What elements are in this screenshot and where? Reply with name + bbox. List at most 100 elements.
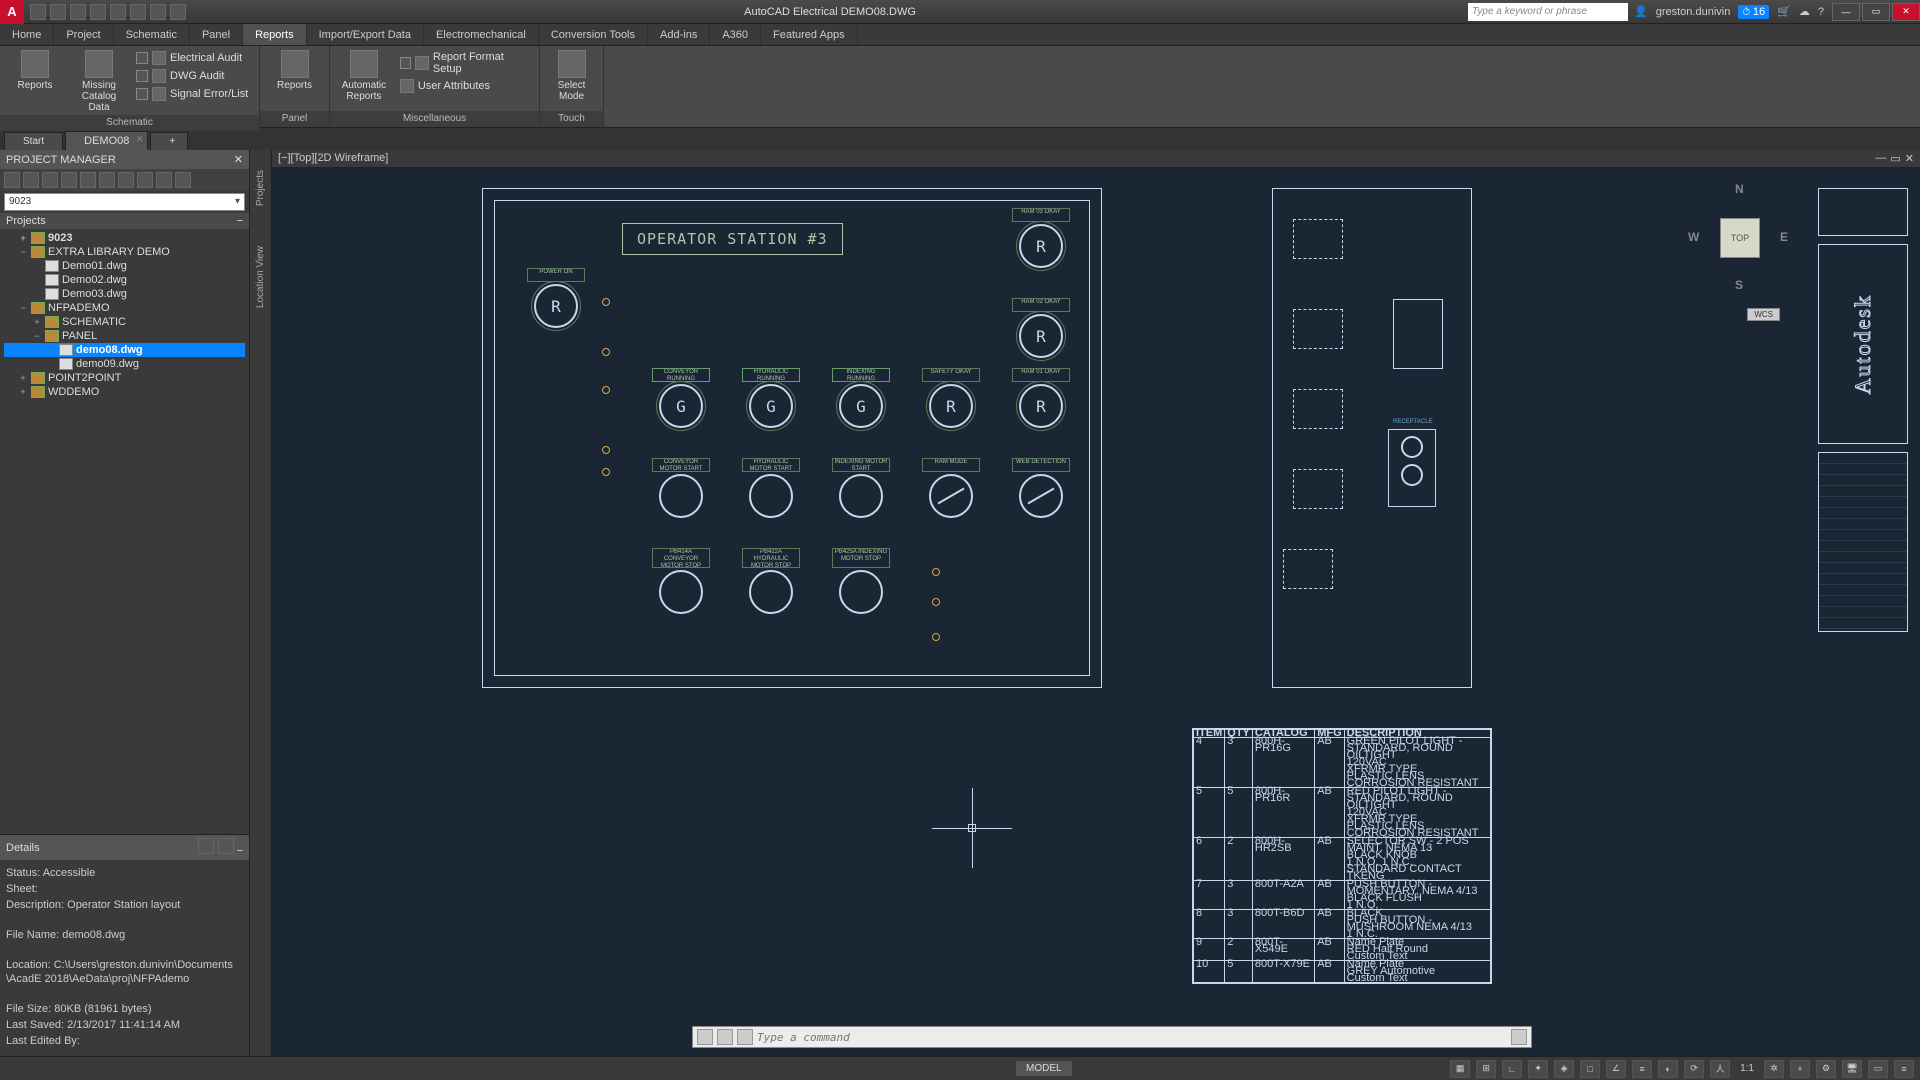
help-search-input[interactable]: Type a keyword or phrase (1468, 3, 1628, 21)
tree-item-nfpademo[interactable]: −NFPADEMO (4, 301, 245, 315)
pm-tool-6[interactable] (99, 172, 115, 188)
pm-help-icon[interactable] (175, 172, 191, 188)
qat-open-icon[interactable] (50, 4, 66, 20)
command-input[interactable] (757, 1031, 1507, 1044)
pm-tool-1[interactable] (4, 172, 20, 188)
menu-tab-import-export-data[interactable]: Import/Export Data (307, 24, 424, 45)
dwg-audit-button[interactable]: DWG Audit (134, 68, 250, 84)
tree-item-point2point[interactable]: +POINT2POINT (4, 371, 245, 385)
tab-start[interactable]: Start (4, 132, 63, 150)
viewport-label[interactable]: [−][Top][2D Wireframe] (278, 152, 388, 165)
menu-tab-a360[interactable]: A360 (710, 24, 761, 45)
maximize-button[interactable]: ▭ (1862, 3, 1890, 21)
close-tab-icon[interactable]: ✕ (136, 134, 144, 145)
view-cube[interactable]: TOP N S E W (1680, 178, 1800, 298)
signin-icon[interactable]: 👤 (1634, 5, 1648, 18)
tree-item-wddemo[interactable]: +WDDEMO (4, 385, 245, 399)
tree-item-schematic[interactable]: +SCHEMATIC (4, 315, 245, 329)
cmd-menu-icon[interactable]: ▾ (717, 1029, 733, 1045)
user-attributes-button[interactable]: User Attributes (398, 78, 533, 94)
tab-demo08[interactable]: DEMO08✕ (65, 131, 148, 150)
new-tab-button[interactable]: + (150, 132, 188, 150)
qat-redo-icon[interactable] (150, 4, 166, 20)
sb-gear-icon[interactable]: ✲ (1764, 1060, 1784, 1078)
sb-ortho-icon[interactable]: ∟ (1502, 1060, 1522, 1078)
signal-error-button[interactable]: Signal Error/List (134, 86, 250, 102)
panel-close-icon[interactable]: ✕ (234, 153, 243, 166)
vp-max-icon[interactable]: ▭ (1890, 152, 1900, 165)
qat-save-icon[interactable] (70, 4, 86, 20)
cmd-prompt-icon[interactable]: ›_ (737, 1029, 753, 1045)
menu-tab-project[interactable]: Project (54, 24, 113, 45)
pm-tool-2[interactable] (23, 172, 39, 188)
menu-tab-featured-apps[interactable]: Featured Apps (761, 24, 858, 45)
menu-tab-panel[interactable]: Panel (190, 24, 243, 45)
automatic-reports-button[interactable]: Automatic Reports (336, 48, 392, 104)
tree-item-demo09-dwg[interactable]: demo09.dwg (4, 357, 245, 371)
user-name[interactable]: greston.dunivin (1656, 6, 1731, 18)
pm-tool-8[interactable] (137, 172, 153, 188)
cmd-close-icon[interactable]: ✕ (697, 1029, 713, 1045)
reports-button[interactable]: Reports (6, 48, 64, 93)
tree-item-demo01-dwg[interactable]: Demo01.dwg (4, 259, 245, 273)
qat-saveas-icon[interactable] (90, 4, 106, 20)
details-btn-2[interactable] (218, 838, 234, 854)
a360-icon[interactable]: ☁ (1799, 5, 1810, 18)
missing-catalog-button[interactable]: Missing Catalog Data (70, 48, 128, 115)
close-button[interactable]: ✕ (1892, 3, 1920, 21)
sb-polar-icon[interactable]: ✦ (1528, 1060, 1548, 1078)
details-btn-1[interactable] (198, 838, 214, 854)
tree-item-demo02-dwg[interactable]: Demo02.dwg (4, 273, 245, 287)
tree-item-extra-library-demo[interactable]: −EXTRA LIBRARY DEMO (4, 245, 245, 259)
qat-undo-icon[interactable] (130, 4, 146, 20)
menu-tab-schematic[interactable]: Schematic (114, 24, 190, 45)
model-tab[interactable]: MODEL (1016, 1061, 1072, 1076)
menu-tab-conversion-tools[interactable]: Conversion Tools (539, 24, 648, 45)
vp-min-icon[interactable]: — (1875, 152, 1886, 165)
menu-tab-home[interactable]: Home (0, 24, 54, 45)
sb-snap-icon[interactable]: ⊞ (1476, 1060, 1496, 1078)
pm-tool-3[interactable] (42, 172, 58, 188)
sb-osnap-icon[interactable]: □ (1580, 1060, 1600, 1078)
qat-more-icon[interactable] (170, 4, 186, 20)
sb-trans-icon[interactable]: ◐ (1658, 1060, 1678, 1078)
help-icon[interactable]: ? (1818, 6, 1824, 18)
menu-tab-reports[interactable]: Reports (243, 24, 307, 45)
tree-item-demo08-dwg[interactable]: demo08.dwg (4, 343, 245, 357)
project-combo[interactable]: 9023 (4, 193, 245, 211)
pm-tool-9[interactable] (156, 172, 172, 188)
pm-tool-7[interactable] (118, 172, 134, 188)
vp-close-icon[interactable]: ✕ (1905, 152, 1914, 165)
sb-cycle-icon[interactable]: ⟳ (1684, 1060, 1704, 1078)
sb-plus-icon[interactable]: + (1790, 1060, 1810, 1078)
tree-item-panel[interactable]: −PANEL (4, 329, 245, 343)
command-line[interactable]: ✕ ▾ ›_ ▴ (692, 1026, 1532, 1048)
pm-tool-5[interactable] (80, 172, 96, 188)
minimize-button[interactable]: — (1832, 3, 1860, 21)
sb-grid-icon[interactable]: ▦ (1450, 1060, 1470, 1078)
projects-header[interactable]: Projects− (0, 213, 249, 229)
sb-ann-icon[interactable]: 人 (1710, 1060, 1730, 1078)
sb-ws-icon[interactable]: ⚙ (1816, 1060, 1836, 1078)
app-icon[interactable]: A (0, 0, 24, 24)
pm-tool-4[interactable] (61, 172, 77, 188)
panel-reports-button[interactable]: Reports (266, 48, 323, 93)
qat-plot-icon[interactable] (110, 4, 126, 20)
side-tab-location[interactable]: Location View (255, 246, 266, 308)
sb-otrack-icon[interactable]: ∠ (1606, 1060, 1626, 1078)
tree-item-demo03-dwg[interactable]: Demo03.dwg (4, 287, 245, 301)
side-tab-projects[interactable]: Projects (255, 170, 266, 206)
sb-mon-icon[interactable]: 🖥 (1842, 1060, 1862, 1078)
select-mode-button[interactable]: Select Mode (546, 48, 597, 104)
wcs-label[interactable]: WCS (1747, 308, 1780, 321)
menu-tab-electromechanical[interactable]: Electromechanical (424, 24, 539, 45)
menu-tab-add-ins[interactable]: Add-ins (648, 24, 710, 45)
exchange-icon[interactable]: 🛒 (1777, 5, 1791, 18)
cmd-expand-icon[interactable]: ▴ (1511, 1029, 1527, 1045)
sb-custom-icon[interactable]: ≡ (1894, 1060, 1914, 1078)
qat-new-icon[interactable] (30, 4, 46, 20)
report-format-button[interactable]: Report Format Setup (398, 50, 533, 76)
sb-iso-icon[interactable]: ◈ (1554, 1060, 1574, 1078)
sb-clean-icon[interactable]: ▭ (1868, 1060, 1888, 1078)
sb-lwt-icon[interactable]: ≡ (1632, 1060, 1652, 1078)
